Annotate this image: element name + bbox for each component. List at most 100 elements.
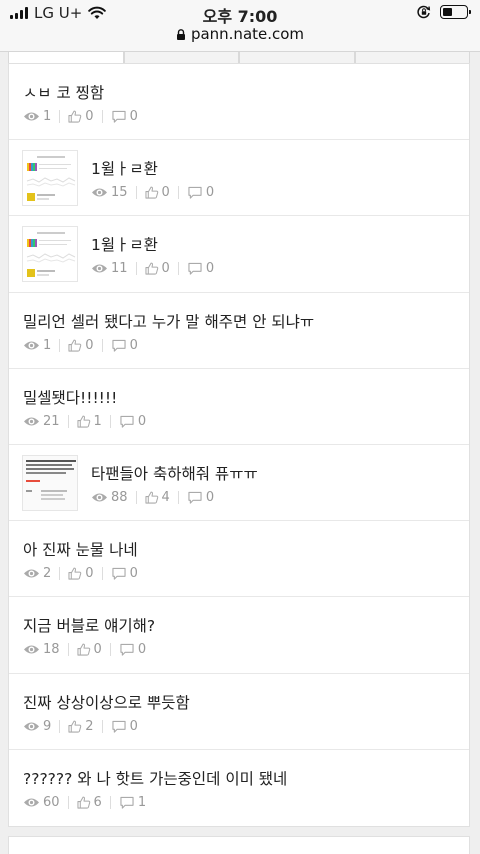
like-count-value: 1 (93, 413, 102, 429)
post-item[interactable]: 타팬들아 축하해줘 퓨ㅠㅠ 88 4 0 (9, 445, 469, 522)
divider (177, 186, 179, 200)
like-count-value: 0 (161, 261, 170, 277)
battery-icon (440, 5, 471, 19)
view-count: 21 (23, 414, 60, 429)
comment-icon (120, 415, 134, 428)
thumbs-up-icon (77, 643, 90, 656)
comment-icon (111, 720, 126, 733)
post-item[interactable]: ?????? 와 나 핫트 가는중인데 이미 됐네 60 6 1 (9, 750, 469, 826)
like-count: 0 (77, 642, 102, 657)
post-title[interactable]: 밀리언 셀러 됐다고 누가 말 해주면 안 되냐ㅠ (23, 310, 314, 332)
comment-count: 0 (119, 414, 146, 429)
comment-count: 0 (187, 185, 214, 200)
view-count-icon (92, 188, 107, 197)
post-thumbnail[interactable] (22, 454, 78, 511)
view-count-value: 60 (43, 794, 60, 810)
thumbs-up-icon (68, 567, 82, 580)
post-list: ㅅㅂ 코 찡함 1 0 0 1윌ㅏㄹ환 15 0 0 1윌ㅏㄹ환 11 0 0 밀리언 셀러 됐다고 누… (8, 63, 470, 827)
comment-count: 0 (187, 490, 214, 505)
post-item[interactable]: 밀리언 셀러 됐다고 누가 말 해주면 안 되냐ㅠ 1 0 0 (9, 293, 469, 369)
comment-count-value: 0 (205, 261, 215, 277)
post-title[interactable]: ㅅㅂ 코 찡함 (23, 81, 104, 103)
view-count: 9 (23, 719, 51, 734)
post-title[interactable]: ?????? 와 나 핫트 가는중인데 이미 됐네 (23, 767, 287, 789)
thumbs-up-icon (145, 262, 158, 275)
divider (59, 110, 61, 123)
divider (67, 414, 69, 428)
post-item[interactable]: 지금 버블로 얘기해? 18 0 0 (9, 597, 469, 674)
post-title[interactable]: 지금 버블로 얘기해? (23, 614, 155, 636)
divider (67, 795, 69, 809)
thumbs-up-icon (77, 796, 90, 809)
divider (101, 110, 103, 123)
comment-icon (188, 187, 202, 199)
divider (59, 719, 61, 733)
like-count: 6 (77, 795, 102, 810)
post-meta: 15 0 0 (91, 185, 214, 200)
view-count: 60 (23, 795, 60, 810)
post-item[interactable]: 아 진짜 눈물 나네 2 0 0 (9, 521, 469, 598)
view-count-icon (24, 798, 39, 807)
post-title[interactable]: 진짜 상상이상으로 뿌듯함 (23, 691, 190, 713)
clock: 오후 7:00 (202, 7, 278, 26)
post-item[interactable]: 진짜 상상이상으로 뿌듯함 9 2 0 (9, 674, 469, 750)
post-title[interactable]: 1윌ㅏㄹ환 (91, 157, 158, 179)
divider (101, 567, 103, 581)
like-count-value: 6 (93, 794, 102, 810)
like-count-value: 2 (85, 718, 94, 734)
view-count-value: 1 (43, 109, 52, 124)
post-title[interactable]: 아 진짜 눈물 나네 (23, 538, 138, 560)
view-count-value: 15 (111, 185, 128, 201)
post-thumbnail[interactable] (22, 226, 78, 283)
view-count-icon (92, 264, 107, 273)
like-count-value: 0 (85, 566, 94, 582)
view-count-icon (24, 645, 39, 654)
view-count-icon (92, 493, 107, 502)
view-count-value: 1 (43, 337, 52, 353)
divider (135, 262, 137, 276)
comment-count: 0 (111, 719, 138, 734)
view-count: 18 (23, 642, 60, 657)
comment-count-value: 1 (137, 794, 147, 810)
post-item[interactable]: 밀셀됏다!!!!!! 21 1 0 (9, 369, 469, 445)
post-meta: 18 0 0 (23, 642, 146, 657)
comment-count: 0 (111, 109, 138, 124)
comment-count-value: 0 (137, 413, 147, 429)
like-count-value: 0 (161, 185, 170, 201)
comment-count: 0 (119, 642, 146, 657)
post-title[interactable]: 1윌ㅏㄹ환 (91, 233, 158, 255)
like-count: 1 (77, 414, 102, 429)
post-item[interactable]: ㅅㅂ 코 찡함 1 0 0 (9, 64, 469, 141)
status-right (417, 5, 471, 19)
post-meta: 11 0 0 (91, 261, 214, 276)
thumbs-up-icon (68, 110, 82, 123)
view-count-icon (24, 569, 39, 578)
view-count: 1 (23, 338, 51, 353)
like-count: 0 (68, 109, 94, 124)
more-button[interactable] (8, 836, 470, 854)
view-count-value: 21 (43, 413, 60, 429)
divider (67, 643, 69, 657)
post-item[interactable]: 1윌ㅏㄹ환 11 0 0 (9, 216, 469, 293)
post-title[interactable]: 밀셀됏다!!!!!! (23, 386, 117, 408)
view-count-value: 18 (43, 642, 60, 658)
view-count: 15 (91, 185, 128, 200)
post-meta: 21 1 0 (23, 414, 146, 429)
address-bar[interactable]: pann.nate.com (0, 25, 480, 43)
like-count-value: 4 (161, 489, 170, 505)
thumbs-up-icon (68, 339, 82, 352)
view-count-value: 9 (43, 718, 52, 734)
comment-icon (120, 644, 134, 656)
comment-icon (111, 339, 126, 352)
post-meta: 9 2 0 (23, 719, 138, 734)
post-thumbnail[interactable] (22, 150, 78, 207)
comment-count-value: 0 (205, 185, 215, 201)
comment-icon (188, 491, 202, 504)
post-title[interactable]: 타팬들아 축하해줘 퓨ㅠㅠ (91, 462, 258, 484)
thumbs-up-icon (68, 720, 82, 733)
divider (177, 490, 179, 504)
post-item[interactable]: 1윌ㅏㄹ환 15 0 0 (9, 140, 469, 217)
divider (135, 490, 137, 504)
view-count-icon (24, 722, 39, 730)
post-meta: 60 6 1 (23, 795, 146, 810)
